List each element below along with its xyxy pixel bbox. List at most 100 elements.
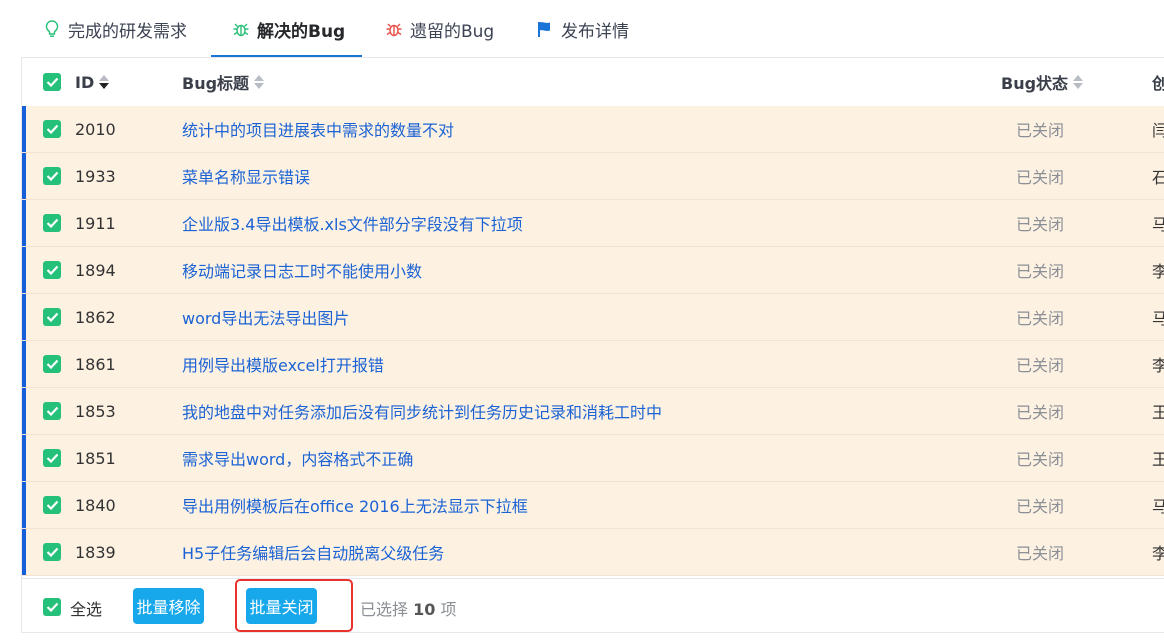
bug-table: ID Bug标题 Bug状态 创 2010 统计中的项目进展表中需求的数量不对 已关… xyxy=(21,57,1164,633)
bug-status: 已关闭 xyxy=(1016,356,1065,375)
bug-creator: 马 xyxy=(1152,497,1164,516)
row-checkbox[interactable] xyxy=(43,388,61,434)
row-indicator xyxy=(22,247,26,293)
column-header-status[interactable]: Bug状态 xyxy=(1001,58,1084,106)
bug-creator: 王 xyxy=(1152,450,1164,469)
batch-remove-button[interactable]: 批量移除 xyxy=(133,588,204,624)
bug-title-link[interactable]: 需求导出word，内容格式不正确 xyxy=(182,435,413,481)
bug-status: 已关闭 xyxy=(1016,544,1065,563)
tab-resolved-bugs[interactable]: 解决的Bug xyxy=(211,0,362,58)
sort-icon[interactable] xyxy=(1073,75,1084,89)
bug-id: 1894 xyxy=(75,260,116,280)
bug-creator: 闫 xyxy=(1152,121,1164,140)
check-icon xyxy=(43,355,61,373)
bug-status: 已关闭 xyxy=(1016,262,1065,281)
bug-id: 1933 xyxy=(75,166,116,186)
row-indicator xyxy=(22,341,26,387)
table-row[interactable]: 1894 移动端记录日志工时不能使用小数 已关闭 李 xyxy=(22,247,1164,294)
tab-release-details[interactable]: 发布详情 xyxy=(535,0,629,58)
tab-label: 完成的研发需求 xyxy=(68,21,187,42)
bug-title-link[interactable]: 导出用例模板后在office 2016上无法显示下拉框 xyxy=(182,482,528,528)
check-icon xyxy=(43,449,61,467)
bug-icon xyxy=(384,19,404,39)
row-checkbox[interactable] xyxy=(43,482,61,528)
bug-id: 1851 xyxy=(75,448,116,468)
bug-status: 已关闭 xyxy=(1016,168,1065,187)
tab-remaining-bugs[interactable]: 遗留的Bug xyxy=(384,0,494,58)
header-checkbox[interactable] xyxy=(43,58,61,106)
column-header-creator[interactable]: 创 xyxy=(1152,58,1164,106)
lightbulb-icon xyxy=(42,19,62,39)
table-row[interactable]: 1851 需求导出word，内容格式不正确 已关闭 王 xyxy=(22,435,1164,482)
bug-creator: 李 xyxy=(1152,356,1164,375)
row-checkbox[interactable] xyxy=(43,106,61,152)
row-checkbox[interactable] xyxy=(43,435,61,481)
table-row[interactable]: 1861 用例导出模版excel打开报错 已关闭 李 xyxy=(22,341,1164,388)
table-row[interactable]: 1840 导出用例模板后在office 2016上无法显示下拉框 已关闭 马 xyxy=(22,482,1164,529)
bug-id: 1840 xyxy=(75,495,116,515)
bug-title-link[interactable]: 我的地盘中对任务添加后没有同步统计到任务历史记录和消耗工时中 xyxy=(182,388,662,434)
bug-title-link[interactable]: 企业版3.4导出模板.xls文件部分字段没有下拉项 xyxy=(182,200,523,246)
row-indicator xyxy=(22,200,26,246)
bug-id: 1839 xyxy=(75,542,116,562)
bug-title-link[interactable]: 菜单名称显示错误 xyxy=(182,153,310,199)
bug-creator: 马 xyxy=(1152,215,1164,234)
tab-bar: 完成的研发需求 解决的Bug 遗留的Bug 发布详情 xyxy=(0,0,1164,58)
check-icon xyxy=(43,308,61,326)
row-checkbox[interactable] xyxy=(43,341,61,387)
batch-close-button[interactable]: 批量关闭 xyxy=(246,588,317,624)
bug-status: 已关闭 xyxy=(1016,309,1065,328)
bug-id: 1862 xyxy=(75,307,116,327)
check-icon xyxy=(43,167,61,185)
column-header-title[interactable]: Bug标题 xyxy=(182,58,265,106)
bug-status: 已关闭 xyxy=(1016,215,1065,234)
bug-id: 2010 xyxy=(75,119,116,139)
select-all-label[interactable]: 全选 xyxy=(70,596,102,620)
selection-count: 已选择 10 项 xyxy=(360,600,457,619)
bug-status: 已关闭 xyxy=(1016,497,1065,516)
bug-icon xyxy=(231,19,251,39)
table-row[interactable]: 1933 菜单名称显示错误 已关闭 石 xyxy=(22,153,1164,200)
row-checkbox[interactable] xyxy=(43,153,61,199)
tab-completed-requirements[interactable]: 完成的研发需求 xyxy=(42,0,187,58)
table-row[interactable]: 1853 我的地盘中对任务添加后没有同步统计到任务历史记录和消耗工时中 已关闭 王 xyxy=(22,388,1164,435)
bug-status: 已关闭 xyxy=(1016,450,1065,469)
bug-creator: 马 xyxy=(1152,309,1164,328)
check-icon xyxy=(43,261,61,279)
table-row[interactable]: 1911 企业版3.4导出模板.xls文件部分字段没有下拉项 已关闭 马 xyxy=(22,200,1164,247)
bug-title-link[interactable]: H5子任务编辑后会自动脱离父级任务 xyxy=(182,529,444,575)
sort-icon[interactable] xyxy=(254,75,265,89)
table-row[interactable]: 2010 统计中的项目进展表中需求的数量不对 已关闭 闫 xyxy=(22,106,1164,153)
bug-id: 1911 xyxy=(75,213,116,233)
tab-label: 发布详情 xyxy=(561,21,629,42)
row-checkbox[interactable] xyxy=(43,247,61,293)
bug-id: 1861 xyxy=(75,354,116,374)
bug-title-link[interactable]: 用例导出模版excel打开报错 xyxy=(182,341,384,387)
bug-status: 已关闭 xyxy=(1016,121,1065,140)
select-all-checkbox[interactable] xyxy=(43,598,61,616)
row-indicator xyxy=(22,482,26,528)
row-checkbox[interactable] xyxy=(43,200,61,246)
bug-creator: 王 xyxy=(1152,403,1164,422)
table-row[interactable]: 1839 H5子任务编辑后会自动脱离父级任务 已关闭 李 xyxy=(22,529,1164,576)
bug-title-link[interactable]: 统计中的项目进展表中需求的数量不对 xyxy=(182,106,454,152)
tab-label: 遗留的Bug xyxy=(410,21,495,42)
sort-icon[interactable] xyxy=(99,75,110,89)
table-header: ID Bug标题 Bug状态 创 xyxy=(22,58,1164,107)
bug-title-link[interactable]: word导出无法导出图片 xyxy=(182,294,349,340)
check-icon xyxy=(43,402,61,420)
column-header-id[interactable]: ID xyxy=(75,58,110,106)
row-checkbox[interactable] xyxy=(43,294,61,340)
row-checkbox[interactable] xyxy=(43,529,61,575)
bug-title-link[interactable]: 移动端记录日志工时不能使用小数 xyxy=(182,247,422,293)
row-indicator xyxy=(22,153,26,199)
flag-icon xyxy=(535,19,555,39)
bug-creator: 李 xyxy=(1152,544,1164,563)
row-indicator xyxy=(22,529,26,575)
table-row[interactable]: 1862 word导出无法导出图片 已关闭 马 xyxy=(22,294,1164,341)
check-icon xyxy=(43,496,61,514)
row-indicator xyxy=(22,294,26,340)
table-footer: 全选 批量移除 批量关闭 已选择 10 项 xyxy=(22,578,1164,635)
row-indicator xyxy=(22,388,26,434)
tab-label: 解决的Bug xyxy=(257,21,346,42)
